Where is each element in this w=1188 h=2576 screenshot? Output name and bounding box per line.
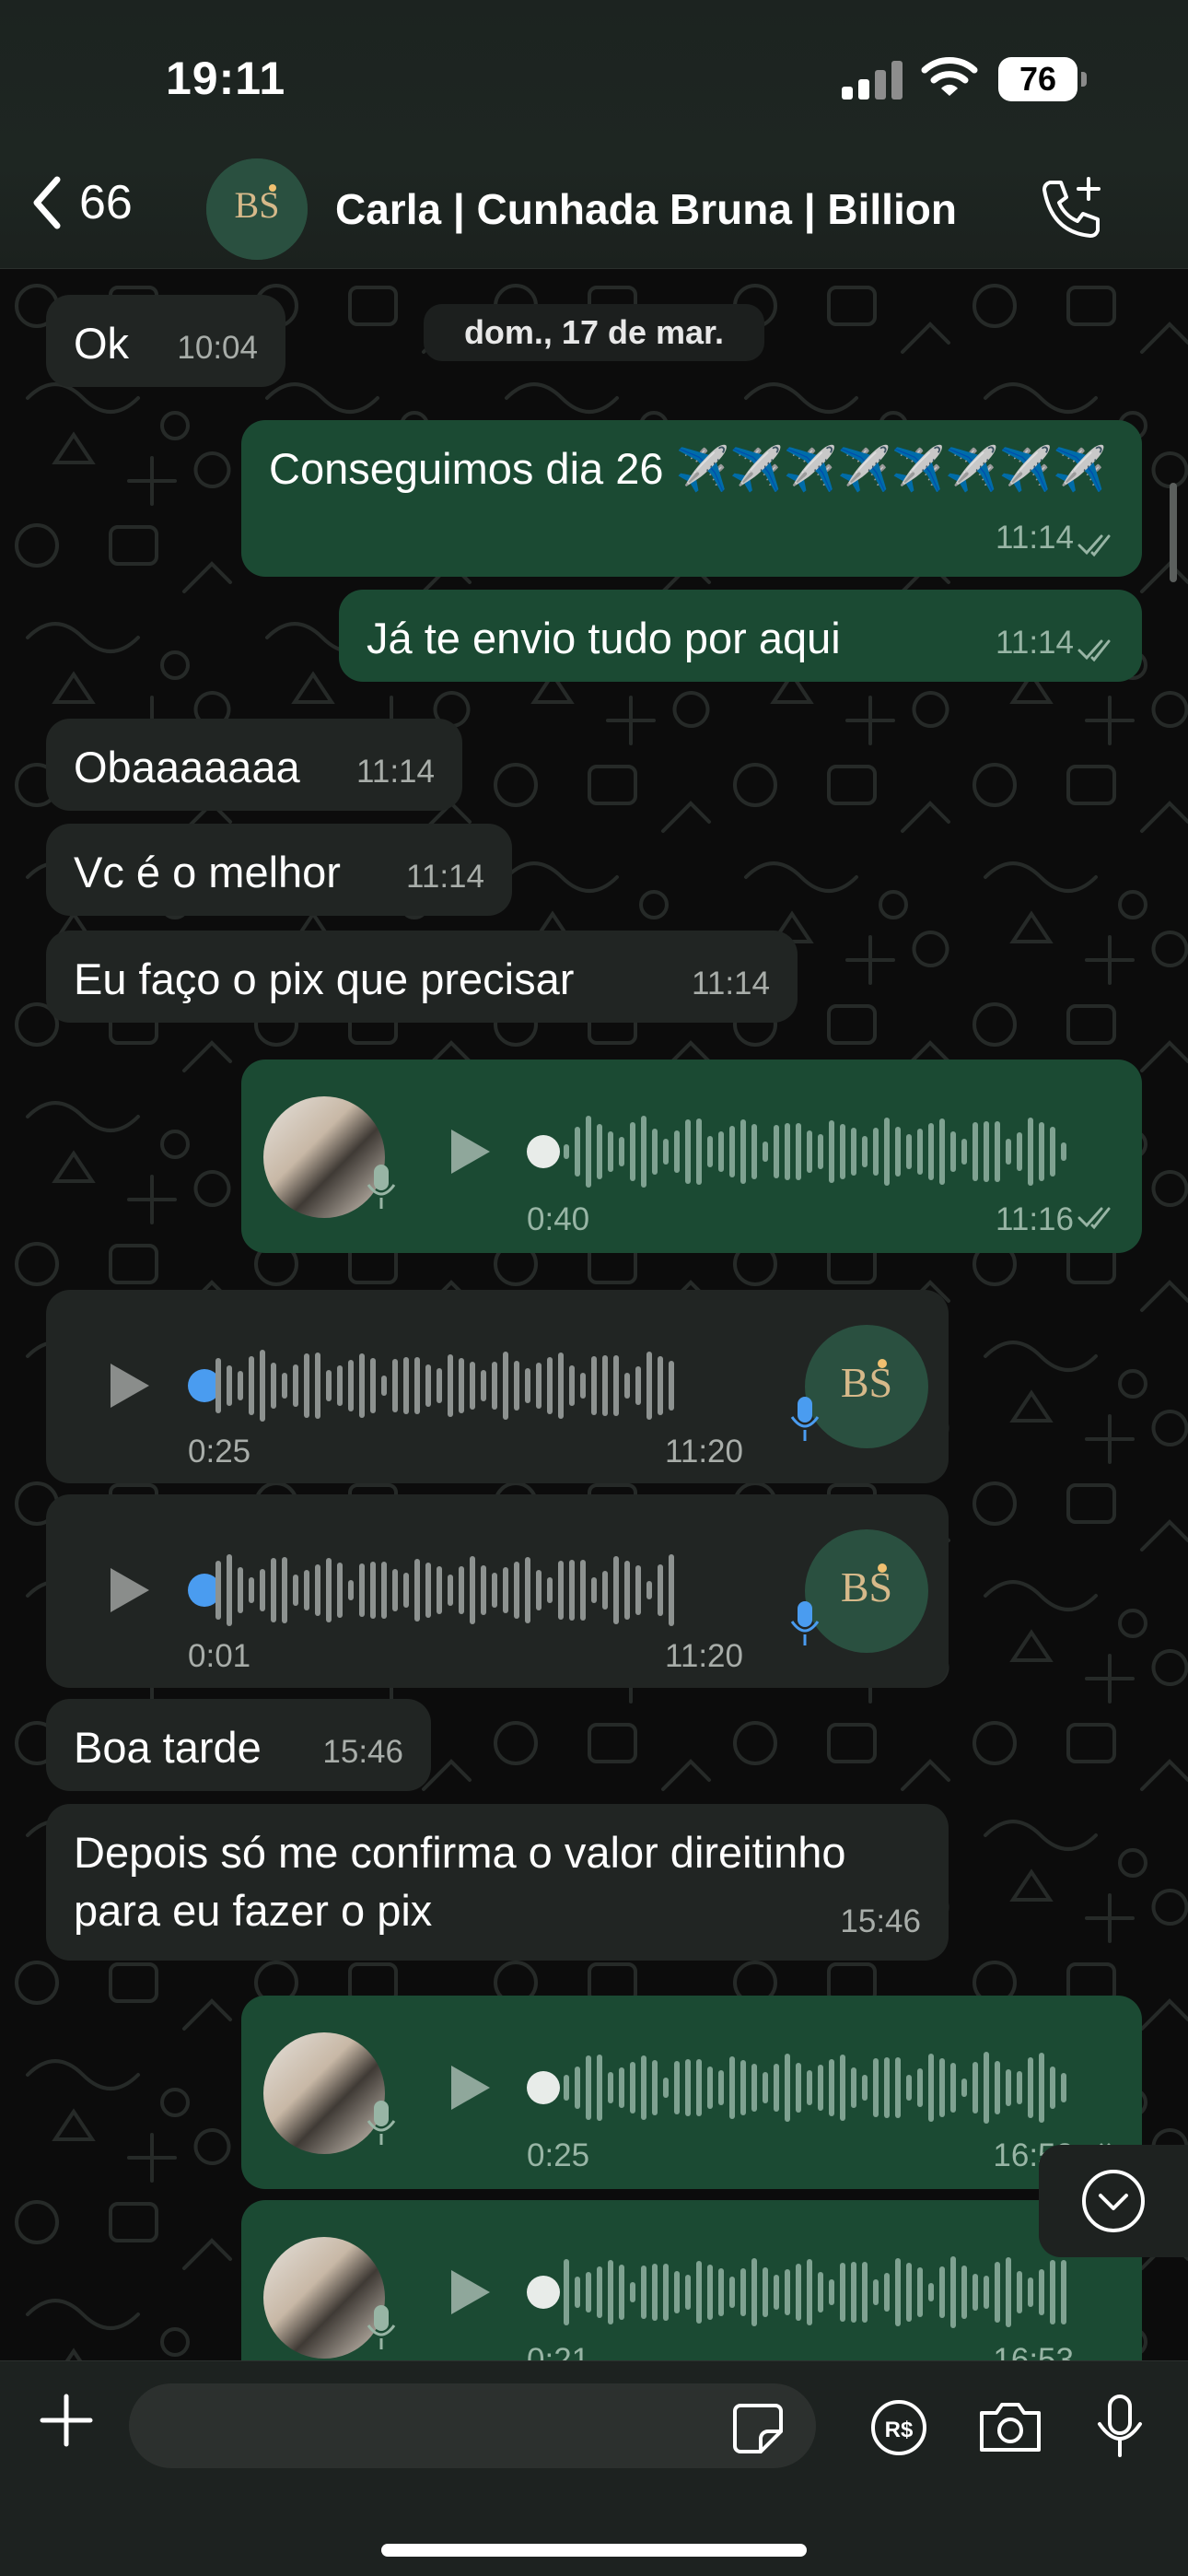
voice-message-outgoing[interactable]: 0:25 16:53 [241, 1996, 1142, 2189]
audio-duration: 0:01 [188, 1638, 251, 1674]
status-time: 19:11 [166, 53, 286, 104]
audio-time: 11:20 [665, 1434, 743, 1469]
play-icon[interactable] [99, 1358, 155, 1413]
chat-header: 19:11 76 66 BS Carla | Cunhada Bruna | B… [0, 0, 1188, 269]
message-bubble-incoming[interactable]: Ok 10:04 [46, 295, 285, 387]
call-add-icon[interactable] [1037, 173, 1105, 241]
mic-icon [367, 2305, 396, 2349]
audio-time: 11:16 [996, 1201, 1074, 1237]
chat-screen: 19:11 76 66 BS Carla | Cunhada Bruna | B… [0, 0, 1188, 2576]
mic-icon[interactable] [1094, 2393, 1146, 2459]
chat-title[interactable]: Carla | Cunhada Bruna | Billion [335, 184, 957, 234]
message-bubble-incoming[interactable]: Boa tarde 15:46 [46, 1699, 431, 1791]
audio-duration: 0:25 [188, 1434, 251, 1469]
play-icon[interactable] [99, 1563, 155, 1618]
read-ticks-icon [1077, 1207, 1111, 1230]
waveform [564, 2250, 1066, 2335]
scrollbar[interactable] [1170, 483, 1177, 582]
waveform [215, 1343, 674, 1428]
message-time: 11:14 [996, 520, 1074, 556]
wifi-icon [921, 57, 978, 96]
sender-avatar-logo: BS [805, 1529, 928, 1653]
message-time: 10:04 [177, 330, 258, 367]
back-chevron-icon [33, 176, 61, 229]
message-time: 11:14 [406, 859, 484, 896]
battery-indicator: 76 [998, 57, 1087, 101]
message-time: 11:14 [356, 754, 435, 790]
audio-duration: 0:40 [527, 1201, 590, 1237]
home-indicator[interactable] [381, 2544, 807, 2557]
message-bubble-incoming[interactable]: Obaaaaaaa 11:14 [46, 719, 462, 811]
audio-duration: 0:25 [527, 2137, 590, 2173]
message-bubble-incoming[interactable]: Vc é o melhor 11:14 [46, 824, 512, 916]
message-time: 11:14 [996, 625, 1074, 662]
audio-time: 11:20 [665, 1638, 743, 1674]
playback-scrubber[interactable] [527, 2276, 560, 2309]
sticker-icon[interactable] [731, 2402, 785, 2455]
svg-text:R$: R$ [885, 2418, 914, 2442]
unread-count: 66 [79, 176, 133, 229]
pix-icon[interactable]: R$ [869, 2398, 928, 2457]
message-text: Obaaaaaaa [74, 743, 300, 791]
mic-icon [367, 1165, 396, 1209]
play-icon[interactable] [440, 2060, 495, 2115]
waveform [564, 1109, 1066, 1194]
composer-bar: R$ [0, 2360, 1188, 2576]
cellular-signal-icon [842, 61, 903, 100]
read-ticks-icon [1077, 639, 1111, 662]
message-text: Ok [74, 319, 130, 368]
sender-avatar-logo: BS [805, 1325, 928, 1448]
voice-message-incoming[interactable]: 0:01 11:20 BS [46, 1494, 949, 1688]
message-time: 15:46 [840, 1903, 921, 1940]
mic-icon [367, 2101, 396, 2145]
message-input[interactable] [129, 2383, 816, 2468]
message-text: Eu faço o pix que precisar [74, 954, 575, 1003]
message-text: Conseguimos dia 26 ✈️✈️✈️✈️✈️✈️✈️✈️ [269, 444, 1107, 493]
message-bubble-incoming[interactable]: Eu faço o pix que precisar 11:14 [46, 931, 798, 1023]
voice-message-incoming[interactable]: 0:25 11:20 BS [46, 1290, 949, 1483]
scroll-down-icon [1082, 2170, 1145, 2232]
back-button[interactable]: 66 [31, 175, 133, 230]
message-text: Já te envio tudo por aqui [367, 614, 841, 662]
playback-scrubber[interactable] [527, 2071, 560, 2104]
scroll-to-bottom-button[interactable] [1039, 2145, 1188, 2257]
message-bubble-incoming[interactable]: Depois só me confirma o valor direitinho… [46, 1804, 949, 1961]
mic-icon [790, 1601, 820, 1645]
waveform [564, 2045, 1066, 2130]
playback-scrubber[interactable] [527, 1135, 560, 1168]
date-separator: dom., 17 de mar. [424, 304, 764, 361]
play-icon[interactable] [440, 1124, 495, 1179]
waveform [215, 1548, 674, 1633]
voice-message-outgoing[interactable]: 0:40 11:16 [241, 1060, 1142, 1253]
message-text: Vc é o melhor [74, 848, 341, 896]
message-time: 15:46 [322, 1734, 403, 1771]
plus-icon[interactable] [37, 2391, 96, 2450]
message-text: Depois só me confirma o valor direitinho… [74, 1828, 846, 1935]
message-bubble-outgoing[interactable]: Conseguimos dia 26 ✈️✈️✈️✈️✈️✈️✈️✈️ 11:1… [241, 420, 1142, 577]
camera-icon[interactable] [976, 2398, 1044, 2457]
contact-avatar[interactable]: BS [206, 158, 308, 260]
message-time: 11:14 [692, 966, 770, 1002]
mic-icon [790, 1397, 820, 1441]
play-icon[interactable] [440, 2265, 495, 2320]
read-ticks-icon [1077, 534, 1111, 557]
message-text: Boa tarde [74, 1723, 262, 1772]
message-bubble-outgoing[interactable]: Já te envio tudo por aqui 11:14 [339, 590, 1142, 682]
